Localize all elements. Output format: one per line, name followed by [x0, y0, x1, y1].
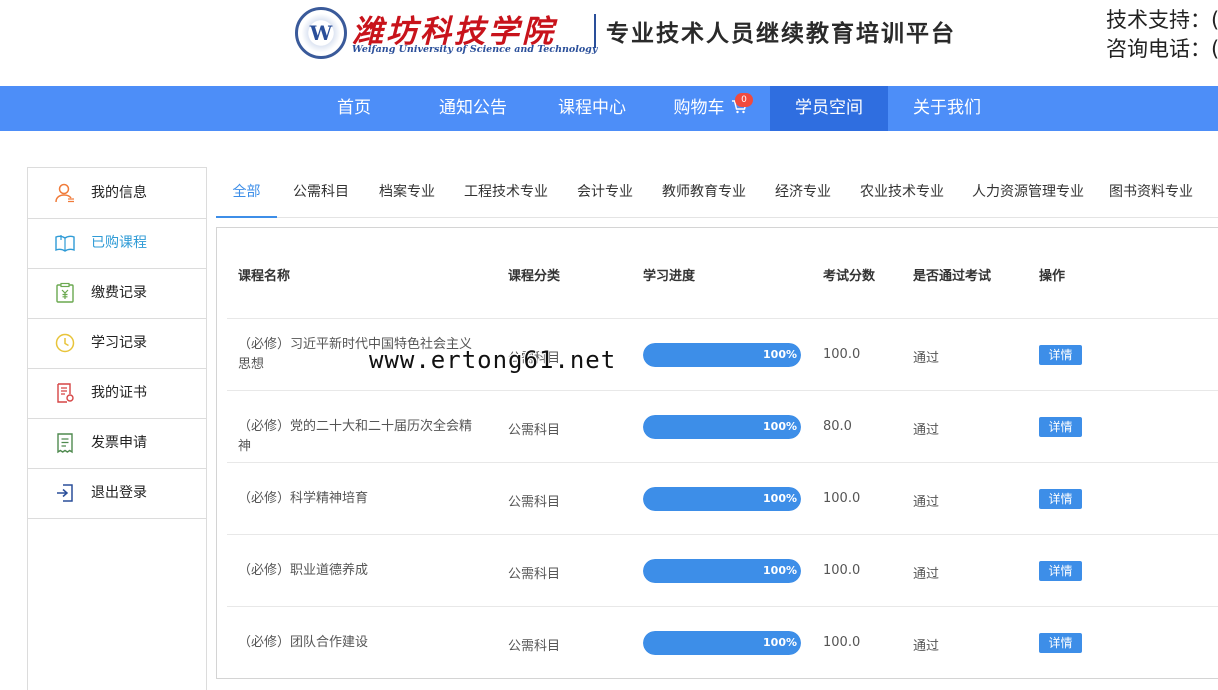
clock-icon: [54, 332, 76, 354]
tab-public-subjects[interactable]: 公需科目: [289, 167, 353, 218]
nav-home[interactable]: 首页: [314, 86, 394, 131]
nav-notices[interactable]: 通知公告: [426, 86, 520, 131]
column-header-name: 课程名称: [238, 269, 291, 284]
progress-bar: 100%: [643, 415, 801, 439]
exam-score: 80.0: [823, 419, 852, 434]
purchased-courses-table: 课程名称 课程分类 学习进度 考试分数 是否通过考试 操作 （必修）习近平新时代…: [216, 227, 1218, 679]
watermark-text: www.ertong61.net: [369, 346, 617, 374]
school-name-en: Weifang University of Science and Techno…: [352, 44, 598, 55]
site-header: W 潍坊科技学院 Weifang University of Science a…: [0, 0, 1218, 86]
progress-label: 100%: [763, 348, 797, 361]
sidebar-item-label: 已购课程: [91, 235, 147, 251]
table-row: （必修）职业道德养成 公需科目 100% 100.0 通过 详情: [227, 534, 1218, 606]
course-category: 公需科目: [508, 495, 561, 510]
sidebar-item-invoice-request[interactable]: 发票申请: [28, 418, 206, 469]
exam-score: 100.0: [823, 347, 861, 362]
tab-library[interactable]: 图书资料专业: [1107, 167, 1195, 218]
logo-letter: W: [309, 21, 333, 45]
exam-score: 100.0: [823, 491, 861, 506]
tab-agriculture[interactable]: 农业技术专业: [858, 167, 946, 218]
table-row: （必修）科学精神培育 公需科目 100% 100.0 通过 详情: [227, 462, 1218, 534]
course-name: （必修）职业道德养成: [238, 563, 369, 578]
book-icon: [54, 232, 76, 254]
course-name: （必修）科学精神培育: [238, 491, 369, 506]
details-button[interactable]: 详情: [1039, 417, 1082, 437]
sidebar-item-logout[interactable]: 退出登录: [28, 468, 206, 519]
school-logo-emblem[interactable]: W: [295, 7, 347, 59]
details-button[interactable]: 详情: [1039, 561, 1082, 581]
cart-count-badge: 0: [735, 93, 753, 107]
exam-score: 100.0: [823, 635, 861, 650]
nav-courses[interactable]: 课程中心: [545, 86, 639, 131]
sidebar-item-label: 我的信息: [91, 185, 147, 201]
header-divider: [594, 14, 596, 48]
pass-status: 通过: [913, 567, 940, 582]
progress-bar: 100%: [643, 343, 801, 367]
payment-icon: [54, 282, 76, 304]
pass-status: 通过: [913, 423, 940, 438]
sidebar-item-purchased-courses[interactable]: 已购课程: [28, 218, 206, 269]
progress-label: 100%: [763, 420, 797, 433]
progress-label: 100%: [763, 564, 797, 577]
course-category: 公需科目: [508, 567, 561, 582]
progress-label: 100%: [763, 636, 797, 649]
column-header-progress: 学习进度: [643, 269, 696, 284]
course-category-tabs: 全部 公需科目 档案专业 工程技术专业 会计专业 教师教育专业 经济专业 农业技…: [216, 167, 1218, 218]
tab-all[interactable]: 全部: [216, 167, 277, 218]
course-category: 公需科目: [508, 423, 561, 438]
logout-icon: [54, 482, 76, 504]
sidebar-item-label: 我的证书: [91, 385, 147, 401]
nav-student-space[interactable]: 学员空间: [770, 86, 888, 131]
details-button[interactable]: 详情: [1039, 489, 1082, 509]
sidebar-item-my-certificates[interactable]: 我的证书: [28, 368, 206, 419]
sidebar-item-my-info[interactable]: 我的信息: [28, 168, 206, 219]
sidebar-item-label: 缴费记录: [91, 285, 147, 301]
sidebar-item-label: 学习记录: [91, 335, 147, 351]
invoice-icon: [54, 432, 76, 454]
tab-teacher-education[interactable]: 教师教育专业: [660, 167, 748, 218]
sidebar-item-payment-records[interactable]: 缴费记录: [28, 268, 206, 319]
exam-score: 100.0: [823, 563, 861, 578]
user-icon: [54, 182, 76, 204]
tech-support-text: 技术支持：(: [1106, 8, 1218, 32]
progress-bar: 100%: [643, 559, 801, 583]
sidebar-item-label: 发票申请: [91, 435, 147, 451]
pass-status: 通过: [913, 639, 940, 654]
sidebar-item-label: 退出登录: [91, 485, 147, 501]
progress-label: 100%: [763, 492, 797, 505]
hotline-text: 咨询电话：(: [1106, 37, 1218, 61]
pass-status: 通过: [913, 495, 940, 510]
pass-status: 通过: [913, 351, 940, 366]
tab-engineering[interactable]: 工程技术专业: [462, 167, 550, 218]
platform-name: 专业技术人员继续教育培训平台: [606, 20, 956, 47]
certificate-icon: [54, 382, 76, 404]
details-button[interactable]: 详情: [1039, 633, 1082, 653]
progress-bar: 100%: [643, 631, 801, 655]
nav-about[interactable]: 关于我们: [900, 86, 994, 131]
tab-human-resources[interactable]: 人力资源管理专业: [970, 167, 1086, 218]
progress-bar: 100%: [643, 487, 801, 511]
column-header-score: 考试分数: [823, 269, 876, 284]
course-name: （必修）团队合作建设: [238, 635, 369, 650]
column-header-passed: 是否通过考试: [913, 269, 992, 284]
course-name: （必修）党的二十大和二十届历次全会精神: [238, 419, 473, 454]
course-category: 公需科目: [508, 639, 561, 654]
column-header-action: 操作: [1039, 269, 1066, 284]
column-header-category: 课程分类: [508, 269, 561, 284]
tab-accounting[interactable]: 会计专业: [572, 167, 638, 218]
contact-info: 技术支持：( 咨询电话：(: [1106, 6, 1218, 64]
details-button[interactable]: 详情: [1039, 345, 1082, 365]
tab-archives[interactable]: 档案专业: [375, 167, 439, 218]
user-sidebar: 我的信息 已购课程 缴费记录 学习记录 我的证书 发票申请 退出登录: [27, 167, 207, 690]
main-nav: 首页 通知公告 课程中心 购物车 学员空间 关于我们: [0, 86, 1218, 131]
table-row: （必修）团队合作建设 公需科目 100% 100.0 通过 详情: [227, 606, 1218, 678]
table-row: （必修）党的二十大和二十届历次全会精神 公需科目 100% 80.0 通过 详情: [227, 390, 1218, 462]
tab-economics[interactable]: 经济专业: [771, 167, 835, 218]
sidebar-item-study-records[interactable]: 学习记录: [28, 318, 206, 369]
